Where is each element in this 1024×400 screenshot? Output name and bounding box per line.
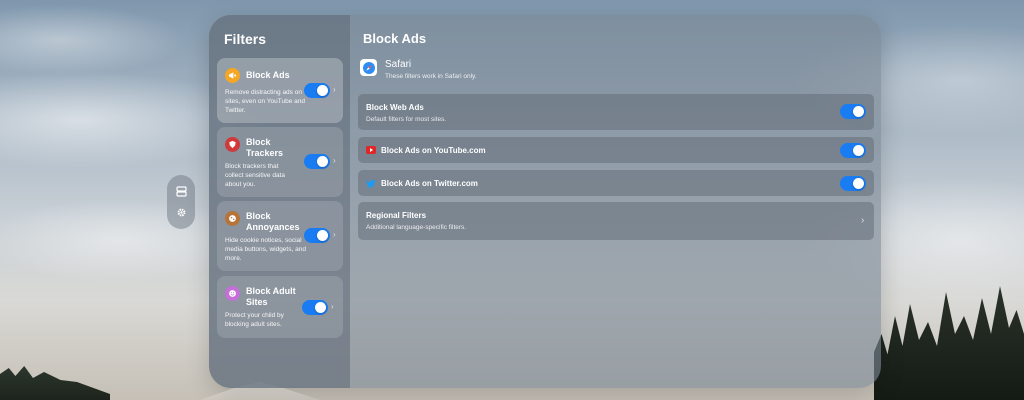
detail-pane: Block Ads Safari These filters work in S… — [350, 15, 881, 388]
filter-row-block-web-ads[interactable]: Block Web Ads Default filters for most s… — [358, 94, 874, 130]
megaphone-icon — [225, 68, 240, 83]
sidebar-item-block-annoyances[interactable]: Block Annoyances Hide cookie notices, so… — [217, 201, 343, 271]
block-adult-sites-toggle[interactable] — [302, 300, 328, 315]
browser-info: Safari These filters work in Safari only… — [360, 59, 477, 80]
sidebar: Filters Block Ads Remove distracting ads… — [209, 15, 350, 388]
chevron-right-icon: › — [333, 230, 336, 239]
block-ads-toggle[interactable] — [304, 83, 330, 98]
safari-compass-icon — [360, 59, 377, 76]
block-web-ads-toggle[interactable] — [840, 104, 866, 119]
sidebar-item-block-trackers[interactable]: Block Trackers Block trackers that colle… — [217, 127, 343, 197]
filter-row-title: Block Ads on Twitter.com — [381, 179, 478, 188]
filter-row-subtitle: Additional language-specific filters. — [366, 224, 467, 231]
sidebar-item-description: Hide cookie notices, social media button… — [225, 237, 306, 262]
sidebar-item-description: Protect your child by blocking adult sit… — [225, 312, 284, 328]
page-title: Block Ads — [363, 31, 427, 46]
chevron-right-icon: › — [861, 215, 865, 226]
filter-row-title: Block Web Ads — [366, 103, 424, 112]
filter-row-title: Regional Filters — [366, 211, 427, 220]
block-annoyances-toggle[interactable] — [304, 228, 330, 243]
filter-row-title: Block Ads on YouTube.com — [381, 146, 486, 155]
sidebar-item-label: Block Annoyances — [246, 211, 300, 232]
youtube-icon — [366, 145, 376, 155]
sidebar-title: Filters — [224, 31, 267, 47]
sidebar-item-description: Remove distracting ads on sites, even on… — [225, 89, 305, 114]
cookie-icon — [225, 211, 240, 226]
sidebar-item-label: Block Ads — [246, 70, 290, 80]
sidebar-item-block-ads[interactable]: Block Ads Remove distracting ads on site… — [217, 58, 343, 123]
sidebar-item-block-adult-sites[interactable]: Block Adult Sites Protect your child by … — [217, 276, 343, 338]
filter-row-youtube[interactable]: Block Ads on YouTube.com — [358, 137, 874, 163]
app-window: Filters Block Ads Remove distracting ads… — [209, 15, 881, 388]
sidebar-item-description: Block trackers that collect sensitive da… — [225, 163, 285, 188]
filter-row-twitter[interactable]: Block Ads on Twitter.com — [358, 170, 874, 196]
gear-icon[interactable] — [174, 206, 188, 220]
chevron-right-icon: › — [333, 85, 336, 94]
chevron-right-icon: › — [333, 156, 336, 165]
browser-name: Safari — [385, 59, 412, 70]
browser-note: These filters work in Safari only. — [385, 73, 477, 80]
shield-icon — [225, 137, 240, 152]
sidebar-item-label: Block Adult Sites — [246, 286, 296, 307]
block-trackers-toggle[interactable] — [304, 154, 330, 169]
storage-icon[interactable] — [174, 185, 188, 199]
twitter-toggle[interactable] — [840, 176, 866, 191]
chevron-right-icon: › — [331, 302, 334, 311]
filter-row-subtitle: Default filters for most sites. — [366, 116, 447, 123]
window-ornament — [167, 175, 195, 229]
twitter-icon — [366, 178, 376, 188]
smile-icon — [225, 286, 240, 301]
sidebar-item-label: Block Trackers — [246, 137, 284, 158]
youtube-toggle[interactable] — [840, 143, 866, 158]
filter-row-regional[interactable]: Regional Filters Additional language-spe… — [358, 202, 874, 240]
